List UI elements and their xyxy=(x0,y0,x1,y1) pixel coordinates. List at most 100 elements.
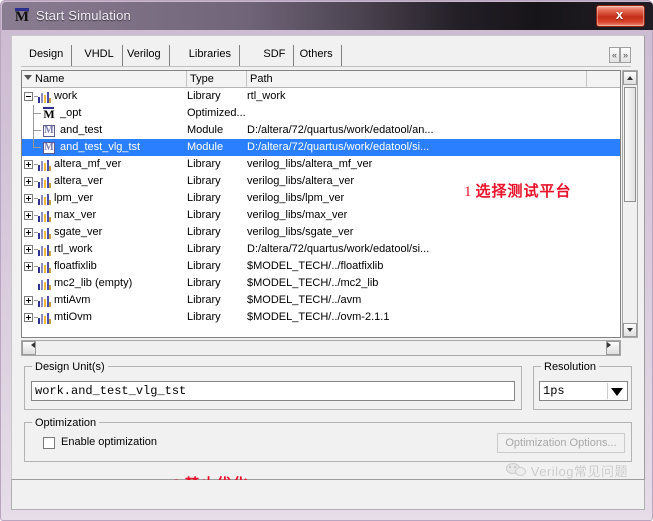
tree-row-name-cell: mc2_lib (empty) xyxy=(22,275,187,292)
tree-row-name-label: altera_ver xyxy=(54,175,103,187)
column-header-name-label: Name xyxy=(35,73,65,85)
expand-node-icon[interactable] xyxy=(24,177,33,186)
tab-label: Libraries xyxy=(188,48,231,60)
design-tree-panel[interactable]: Name Type Path work Library rtl_work M _opt O… xyxy=(21,70,621,338)
expand-node-icon[interactable] xyxy=(24,296,33,305)
scroll-down-button[interactable] xyxy=(623,323,637,337)
tree-row-type-cell: Library xyxy=(187,277,221,289)
chevron-down-icon xyxy=(611,388,623,396)
design-unit-input[interactable]: work.and_test_vlg_tst xyxy=(31,381,515,401)
library-icon xyxy=(38,278,51,290)
enable-optimization-checkbox[interactable] xyxy=(43,437,55,449)
tree-row[interactable]: lpm_ver Library verilog_libs/lpm_ver xyxy=(22,190,620,207)
tree-row[interactable]: sgate_ver Library verilog_libs/sgate_ver xyxy=(22,224,620,241)
tree-row-path-cell: D:/altera/72/quartus/work/edatool/an... xyxy=(247,124,434,136)
tree-row-name-cell: rtl_work xyxy=(22,241,187,258)
tree-column-headers: Name Type Path xyxy=(22,71,620,88)
tab-label: Design xyxy=(29,48,64,60)
tree-row[interactable]: altera_ver Library verilog_libs/altera_ver xyxy=(22,173,620,190)
close-button[interactable]: x xyxy=(596,5,645,27)
tab-vhdl[interactable]: VHDL xyxy=(76,45,123,66)
tab-libraries[interactable]: Libraries xyxy=(181,45,240,66)
tab-others[interactable]: Others xyxy=(292,45,342,66)
tree-row[interactable]: Mand_test_vlg_tst Module D:/altera/72/quar… xyxy=(22,139,620,156)
tree-row-type-cell: Library xyxy=(187,294,221,306)
tree-row[interactable]: rtl_work Library D:/altera/72/quartus/work… xyxy=(22,241,620,258)
tree-connector-line xyxy=(33,147,41,148)
optimization-group-title: Optimization xyxy=(32,417,100,429)
expand-node-icon[interactable] xyxy=(24,313,33,322)
tree-row-path-cell: verilog_libs/sgate_ver xyxy=(247,226,354,238)
expand-node-icon[interactable] xyxy=(24,211,33,220)
tree-row-type-cell: Library xyxy=(187,311,221,323)
tree-row-name-label: and_test_vlg_tst xyxy=(60,141,141,153)
column-header-name[interactable]: Name xyxy=(22,71,187,87)
library-icon xyxy=(38,227,51,239)
tab-label: VHDL xyxy=(84,48,114,60)
window-titlebar: M Start Simulation x xyxy=(2,2,653,30)
library-icon xyxy=(38,261,51,273)
tree-row[interactable]: Mand_test Module D:/altera/72/quartus/work… xyxy=(22,122,620,139)
tree-row[interactable]: mtiAvm Library $MODEL_TECH/../avm xyxy=(22,292,620,309)
expand-node-icon[interactable] xyxy=(24,160,33,169)
tab-bar: Design VHDL Verilog Libraries SDF Others « » xyxy=(21,45,631,67)
tree-vertical-scrollbar[interactable] xyxy=(622,70,638,338)
tab-design[interactable]: Design xyxy=(21,45,73,66)
enable-optimization-label[interactable]: Enable optimization xyxy=(61,436,157,448)
tree-row-name-cell: altera_mf_ver xyxy=(22,156,187,173)
column-header-extra[interactable] xyxy=(587,71,620,87)
tab-label: Verilog xyxy=(127,48,161,60)
tree-row[interactable]: work Library rtl_work xyxy=(22,88,620,105)
tree-row[interactable]: altera_mf_ver Library verilog_libs/altera_… xyxy=(22,156,620,173)
column-header-type[interactable]: Type xyxy=(187,71,247,87)
scroll-up-button[interactable] xyxy=(623,71,637,85)
tree-row[interactable]: max_ver Library verilog_libs/max_ver xyxy=(22,207,620,224)
expand-node-icon[interactable] xyxy=(24,245,33,254)
resolution-dropdown-button[interactable] xyxy=(607,383,626,399)
expand-node-icon[interactable] xyxy=(24,262,33,271)
tree-row-name-label: sgate_ver xyxy=(54,226,103,238)
chevron-left-icon: « xyxy=(611,50,617,60)
tree-row[interactable]: mtiOvm Library $MODEL_TECH/../ovm-2.1.1 xyxy=(22,309,620,326)
tree-row-name-label: rtl_work xyxy=(54,243,93,255)
tab-scroll-right-button[interactable]: » xyxy=(620,47,631,63)
scroll-right-button[interactable] xyxy=(606,341,620,355)
tab-label: Others xyxy=(299,48,333,60)
collapse-node-icon[interactable] xyxy=(24,92,33,101)
tree-row[interactable]: floatfixlib Library $MODEL_TECH/../floatfi… xyxy=(22,258,620,275)
resolution-dropdown[interactable]: 1ps xyxy=(539,381,628,401)
vertical-scrollbar-thumb[interactable] xyxy=(624,87,636,202)
window-title: Start Simulation xyxy=(36,8,131,23)
tree-row[interactable]: M _opt Optimized... xyxy=(22,105,620,122)
resolution-group: Resolution 1ps xyxy=(533,361,632,410)
tree-row-path-cell: rtl_work xyxy=(247,90,286,102)
library-icon xyxy=(38,312,51,324)
tree-row-name-cell: Mand_test xyxy=(22,122,187,139)
resolution-group-title: Resolution xyxy=(541,361,599,373)
library-icon xyxy=(38,176,51,188)
tree-row-type-cell: Library xyxy=(187,192,221,204)
optimization-options-button[interactable]: Optimization Options... xyxy=(497,433,625,453)
tab-scroll-left-button[interactable]: « xyxy=(609,47,620,63)
dialog-client-area: Design VHDL Verilog Libraries SDF Others « » … xyxy=(11,35,645,493)
library-icon xyxy=(38,295,51,307)
tree-row[interactable]: mc2_lib (empty) Library $MODEL_TECH/../mc2… xyxy=(22,275,620,292)
scroll-left-button[interactable] xyxy=(22,341,36,355)
expand-node-icon[interactable] xyxy=(24,228,33,237)
tree-row-type-cell: Library xyxy=(187,209,221,221)
library-icon xyxy=(38,244,51,256)
expand-node-icon[interactable] xyxy=(24,194,33,203)
tree-row-path-cell: D:/altera/72/quartus/work/edatool/si... xyxy=(247,243,430,255)
tab-verilog[interactable]: Verilog xyxy=(119,45,170,66)
library-icon xyxy=(38,210,51,222)
column-header-path[interactable]: Path xyxy=(247,71,587,87)
tab-scroll-buttons[interactable]: « » xyxy=(609,47,633,64)
tree-row-name-cell: altera_ver xyxy=(22,173,187,190)
tree-row-type-cell: Library xyxy=(187,158,221,170)
tree-connector-line xyxy=(33,130,41,131)
sort-descending-icon xyxy=(24,75,32,80)
tree-row-name-cell: lpm_ver xyxy=(22,190,187,207)
tree-horizontal-scrollbar[interactable] xyxy=(21,340,621,356)
tab-sdf[interactable]: SDF xyxy=(255,45,295,66)
tree-row-name-label: lpm_ver xyxy=(54,192,94,204)
